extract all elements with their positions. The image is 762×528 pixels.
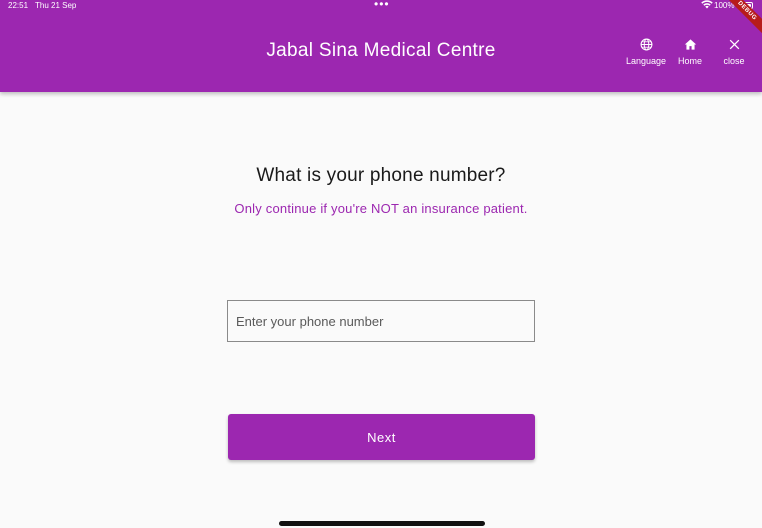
- app-screen: 22:51 Thu 21 Sep ••• 100% Jabal Sina Med…: [0, 0, 762, 528]
- status-time: 22:51: [8, 1, 29, 10]
- multitasking-dots[interactable]: •••: [374, 0, 390, 11]
- home-button[interactable]: Home: [673, 38, 707, 72]
- status-bar: 22:51 Thu 21 Sep ••• 100%: [0, 0, 762, 12]
- home-indicator-bar[interactable]: [279, 521, 485, 526]
- phone-number-input[interactable]: [227, 300, 535, 342]
- insurance-notice: Only continue if you're NOT an insurance…: [234, 201, 528, 216]
- status-date: Thu 21 Sep: [35, 1, 77, 10]
- language-label: Language: [625, 56, 667, 66]
- next-button[interactable]: Next: [228, 414, 535, 460]
- home-label: Home: [677, 56, 702, 66]
- app-bar: 22:51 Thu 21 Sep ••• 100% Jabal Sina Med…: [0, 0, 762, 92]
- globe-icon: [640, 38, 652, 51]
- close-icon: [729, 39, 739, 50]
- wifi-icon: [701, 0, 713, 9]
- close-button[interactable]: close: [717, 38, 751, 72]
- close-label: close: [723, 56, 745, 66]
- language-button[interactable]: Language: [622, 38, 670, 72]
- home-icon: [684, 39, 696, 50]
- phone-question-heading: What is your phone number?: [256, 165, 506, 186]
